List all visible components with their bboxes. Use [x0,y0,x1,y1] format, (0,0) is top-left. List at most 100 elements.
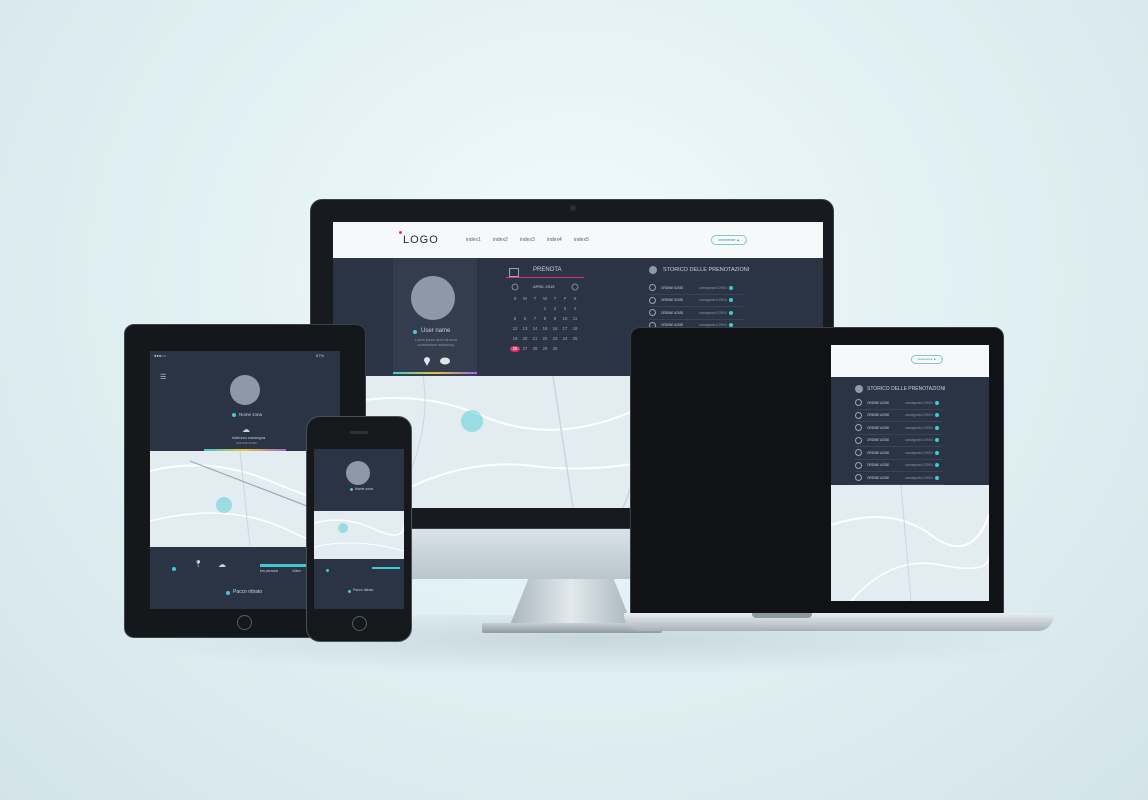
history-title: STORICO DELLE PRENOTAZIONI [663,267,750,273]
calendar-day[interactable]: 13 [520,326,530,332]
avatar[interactable] [230,375,260,405]
nav-item[interactable]: index5 [574,237,589,243]
avatar[interactable] [411,276,455,320]
order-row[interactable]: ORDINE #2030 consegnato il 29/04 [855,422,943,435]
calendar-day[interactable]: 9 [550,316,560,322]
map-roads [314,519,404,552]
battery-label: 87% [316,353,325,358]
calendar-day[interactable]: 17 [560,326,570,332]
order-id: ORDINE #2030 [661,285,684,290]
calendar-day[interactable]: 23 [550,336,560,342]
calendar-day[interactable]: 12 [510,326,520,332]
calendar-day[interactable]: 4 [570,306,580,312]
status-dot-icon [172,567,176,571]
menu-icon[interactable]: ☰ [160,373,166,381]
expand-icon[interactable] [855,411,862,419]
order-row[interactable]: ORDINE #2030 consegnato il 29/04 [855,472,943,485]
calendar-day[interactable]: 22 [540,336,550,342]
laptop-map[interactable] [831,485,989,601]
order-row[interactable]: ORDINE #2030 consegnato il 29/04 [855,447,943,460]
calendar-day[interactable]: 26 [510,346,520,352]
expand-icon[interactable] [855,449,862,457]
calendar-day[interactable]: 21 [530,336,540,342]
calendar-day[interactable]: 2 [550,306,560,312]
expand-icon[interactable] [855,436,862,444]
calendar-day[interactable]: 10 [560,316,570,322]
order-status: consegnato il 29/04 [905,475,933,480]
expand-icon[interactable] [855,424,862,432]
calendar-day[interactable]: 20 [520,336,530,342]
order-row[interactable]: ORDINE #2030 consegnato il 29/04 [855,435,943,447]
avatar[interactable] [346,461,370,485]
order-row[interactable]: ORDINE #2030 consegnato il 29/04 [649,282,743,295]
calendar-day[interactable]: 11 [570,316,580,322]
address-label: indirizzo consegna [232,435,266,440]
order-row[interactable]: ORDINE #2030 consegnato il 29/04 [855,397,943,410]
expand-icon[interactable] [649,284,656,292]
laptop-order-list: ORDINE #2030 consegnato il 29/04 ORDINE #2… [855,397,943,485]
order-status: consegnato il 29/04 [699,285,727,290]
order-row[interactable]: ORDINE #2030 consegnato il 29/04 [649,295,743,307]
pin-icon: 📍︎ [194,561,203,568]
stats-value: 10km [292,569,301,573]
location-marker-icon[interactable] [461,410,483,432]
phone-map[interactable] [314,511,404,559]
order-id: ORDINE #2030 [867,438,890,443]
nav-item[interactable]: index2 [493,237,508,243]
home-button[interactable] [352,616,367,631]
status-dot-icon [729,285,733,290]
nav-item[interactable]: index1 [466,237,481,243]
calendar-day[interactable]: 29 [540,346,550,352]
calendar-day[interactable]: 25 [570,336,580,342]
order-row[interactable]: ORDINE #2030 consegnato il 29/04 [855,460,943,472]
calendar-day[interactable]: 8 [540,316,550,322]
speaker-icon [350,431,368,434]
order-id: ORDINE #2030 [867,450,890,455]
calendar-day[interactable]: 5 [510,316,520,322]
status-dot-icon [226,591,230,595]
calendar-day[interactable]: 27 [520,346,530,352]
location-marker-icon[interactable] [216,497,232,513]
home-button[interactable] [237,615,252,630]
calendar-day [520,306,530,312]
nav-item[interactable]: index3 [520,237,535,243]
location-marker-icon[interactable] [338,523,348,533]
online-status-icon [413,330,417,334]
tablet-username: Nome zona [239,412,263,417]
signal-icon: ●●●○○ ︎ [154,353,168,358]
calendar-day[interactable]: 30 [550,346,560,352]
order-id: ORDINE #2030 [867,400,890,405]
nav-item[interactable]: index4 [547,237,562,243]
calendar-day[interactable]: 1 [540,306,550,312]
calendar-day[interactable]: 3 [560,306,570,312]
calendar-day[interactable]: 19 [510,336,520,342]
logo[interactable]: LOGO [399,231,439,246]
login-button[interactable]: commence ▲ [711,235,747,245]
distance-bar [372,567,400,569]
top-navbar: LOGO index1 index2 index3 index4 index5 comm… [333,222,823,258]
expand-icon[interactable] [855,474,862,482]
weekday-label: M [523,296,527,301]
calendar-day[interactable]: 24 [560,336,570,342]
progress-strip [393,372,477,374]
calendar-day[interactable]: 16 [550,326,560,332]
cloud-icon: ☁ [242,425,250,434]
calendar-day[interactable]: 7 [530,316,540,322]
calendar-day[interactable]: 15 [540,326,550,332]
laptop-login-button[interactable]: commence ▲ [911,355,943,364]
weekday-label: T [553,296,557,301]
calendar-day[interactable]: 28 [530,346,540,352]
calendar-day[interactable]: 14 [530,326,540,332]
online-status-icon [232,413,236,417]
calendar-day[interactable]: 6 [520,316,530,322]
status-dot-icon [935,463,939,468]
calendar-title: PRENOTA [533,267,562,273]
calendar-day[interactable]: 18 [570,326,580,332]
expand-icon[interactable] [649,309,656,317]
expand-icon[interactable] [855,461,862,469]
order-row[interactable]: ORDINE #2030 consegnato il 29/04 [649,307,743,320]
expand-icon[interactable] [649,296,656,304]
expand-icon[interactable] [855,399,862,407]
calendar-month: APRIL 2015 [533,284,555,289]
order-row[interactable]: ORDINE #2030 consegnato il 29/04 [855,410,943,422]
